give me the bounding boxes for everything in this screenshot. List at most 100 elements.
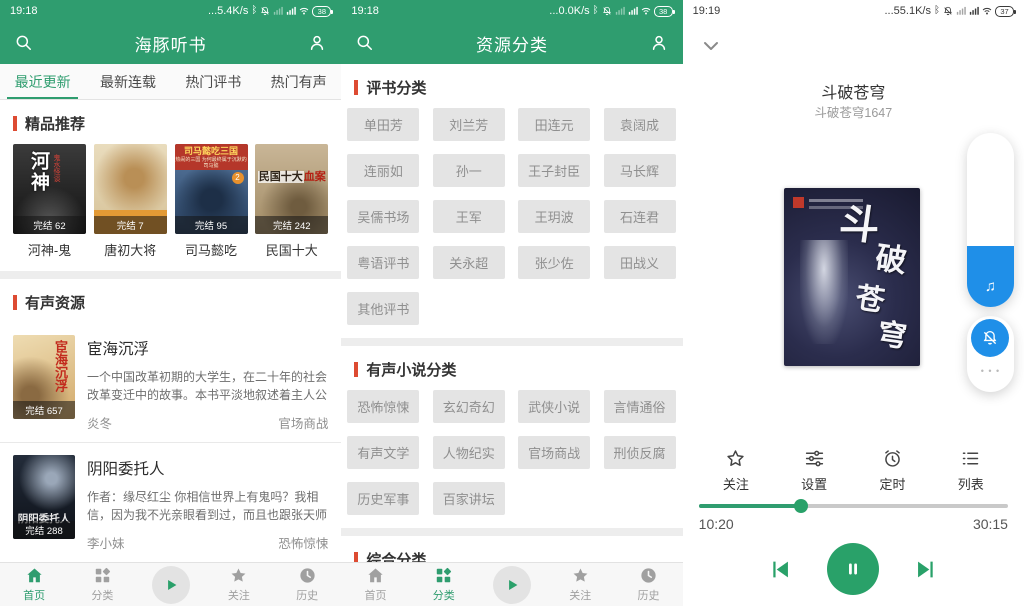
triple-screenshot: 19:18 ...5.4K/s ᛒ 38 海豚听书 最近更新 最新连载 热门评书… [0, 0, 1024, 606]
category-chip[interactable]: 连丽如 [347, 154, 419, 187]
category-chip[interactable]: 王玥波 [518, 200, 590, 233]
nav-play-button[interactable] [137, 566, 205, 604]
category-chip[interactable]: 粤语评书 [347, 246, 419, 279]
book-card[interactable]: 民国十大血案 完结 242 民国十大 [255, 144, 328, 259]
audio-cover: 宦海沉浮 完结 657 [13, 335, 75, 419]
category-chip[interactable]: 关永超 [433, 246, 505, 279]
category-chip[interactable]: 言情通俗 [604, 390, 676, 423]
battery-icon: 37 [995, 6, 1014, 17]
app-bar: 海豚听书 [0, 22, 341, 64]
category-chip[interactable]: 张少佐 [518, 246, 590, 279]
categories-screen: 19:18 ...0.0K/s ᛒ 38 资源分类 评书分类 单田芳刘兰芳田连元… [341, 0, 682, 606]
status-badge: 完结 657 [13, 401, 75, 419]
nav-categories[interactable]: 分类 [410, 566, 478, 603]
more-options-dots[interactable]: • • • [981, 366, 1000, 376]
tab-hot-pingshu[interactable]: 热门评书 [171, 64, 256, 99]
player-cover-art: 斗 破 苍 穹 [784, 188, 920, 366]
category-chip[interactable]: 吴儒书场 [347, 200, 419, 233]
audio-title: 阴阳委托人 [87, 457, 328, 479]
featured-books-row: 河神 鬼水怪谈 完结 62 河神-鬼 完结 7 唐初大将 司马懿吃三国热闹的三 [0, 144, 341, 259]
nav-history[interactable]: 历史 [273, 566, 341, 603]
home-icon [366, 566, 385, 585]
audio-list-item[interactable]: 宦海沉浮 完结 657 宦海沉浮 一个中国改革初期的大学生，在二十年的社会改革变… [0, 323, 341, 442]
signal-sim1-icon [615, 6, 625, 16]
wifi-icon [641, 6, 651, 16]
nav-home[interactable]: 首页 [0, 566, 68, 603]
volume-slider[interactable]: ♫ [967, 133, 1014, 307]
nav-play-button[interactable] [478, 566, 546, 604]
nav-follow[interactable]: 关注 [205, 566, 273, 603]
category-chip[interactable]: 刘兰芳 [433, 108, 505, 141]
grid-icon [434, 566, 453, 585]
category-chip[interactable]: 孙一 [433, 154, 505, 187]
tab-recent-updates[interactable]: 最近更新 [0, 64, 85, 99]
mute-bell-button[interactable] [971, 319, 1009, 357]
progress-bar[interactable] [699, 504, 1008, 508]
category-chip[interactable]: 恐怖惊悚 [347, 390, 419, 423]
nav-follow[interactable]: 关注 [546, 566, 614, 603]
player-screen: 19:19 ...55.1K/s ᛒ 37 斗破苍穹 斗破苍穹1647 斗 破 … [683, 0, 1024, 606]
category-chip[interactable]: 王军 [433, 200, 505, 233]
settings-button[interactable]: 设置 [775, 448, 853, 493]
audio-list-item[interactable]: 阴阳委托人 完结 288 阴阳委托人 作者：缘尽红尘 你相信世界上有鬼吗？我相信… [0, 443, 341, 562]
category-chip[interactable]: 石连君 [604, 200, 676, 233]
search-icon[interactable] [355, 33, 375, 53]
nav-home[interactable]: 首页 [341, 566, 409, 603]
profile-icon[interactable] [649, 33, 669, 53]
clock-icon [639, 566, 658, 585]
category-chip[interactable]: 其他评书 [347, 292, 419, 325]
pingshu-section-header: 评书分类 [341, 64, 682, 108]
status-badge: 完结 242 [255, 216, 328, 234]
follow-button[interactable]: 关注 [697, 448, 775, 493]
status-bar: 19:18 ...0.0K/s ᛒ 38 [341, 0, 682, 22]
category-chip[interactable]: 单田芳 [347, 108, 419, 141]
profile-icon[interactable] [307, 33, 327, 53]
progress-thumb[interactable] [794, 499, 808, 513]
status-badge: 完结 62 [13, 216, 86, 234]
category-chip[interactable]: 有声文学 [347, 436, 419, 469]
category-chip[interactable]: 武侠小说 [518, 390, 590, 423]
previous-track-icon[interactable] [766, 556, 793, 583]
book-card[interactable]: 司马懿吃三国热闹的三国 为何最终属于沉默的司马懿 2 完结 95 司马懿吃 [175, 144, 248, 259]
clock-icon [298, 566, 317, 585]
grid-icon [93, 566, 112, 585]
chevron-down-icon[interactable] [699, 34, 723, 58]
category-chip[interactable]: 百家讲坛 [433, 482, 505, 515]
category-chip[interactable]: 人物纪实 [433, 436, 505, 469]
playlist-button[interactable]: 列表 [932, 448, 1010, 493]
book-card[interactable]: 河神 鬼水怪谈 完结 62 河神-鬼 [13, 144, 86, 259]
category-chip[interactable]: 王子封臣 [518, 154, 590, 187]
bell-slash-icon [981, 329, 999, 347]
nav-history[interactable]: 历史 [614, 566, 682, 603]
tab-latest-serial[interactable]: 最新连载 [85, 64, 170, 99]
category-chip[interactable]: 官场商战 [518, 436, 590, 469]
audio-section-header: 有声资源 [0, 279, 341, 323]
status-badge: 完结 95 [175, 216, 248, 234]
search-icon[interactable] [14, 33, 34, 53]
tab-hot-audio[interactable]: 热门有声 [256, 64, 341, 99]
book-card[interactable]: 完结 7 唐初大将 [94, 144, 167, 259]
category-chip[interactable]: 袁阔成 [604, 108, 676, 141]
timer-button[interactable]: 定时 [853, 448, 931, 493]
section-separator [0, 271, 341, 279]
bluetooth-icon: ᛒ [251, 6, 257, 16]
category-chip[interactable]: 历史军事 [347, 482, 419, 515]
category-chip[interactable]: 刑侦反腐 [604, 436, 676, 469]
playback-controls [683, 543, 1024, 595]
nav-categories[interactable]: 分类 [68, 566, 136, 603]
category-chip[interactable]: 玄幻奇幻 [433, 390, 505, 423]
wifi-icon [982, 6, 992, 16]
music-note-icon: ♫ [967, 278, 1014, 295]
audio-description: 一个中国改革初期的大学生，在二十年的社会改革变迁中的故事。本书平淡地叙述着主人公… [87, 368, 328, 404]
category-chip[interactable]: 马长辉 [604, 154, 676, 187]
mute-icon [943, 6, 953, 16]
pause-button[interactable] [827, 543, 879, 595]
next-track-icon[interactable] [913, 556, 940, 583]
play-icon [161, 575, 181, 595]
volume-extra-panel: • • • [967, 316, 1014, 392]
signal-sim2-icon [286, 6, 296, 16]
audio-author: 炎冬 [87, 413, 112, 432]
category-chip[interactable]: 田连元 [518, 108, 590, 141]
category-chip[interactable]: 田战义 [604, 246, 676, 279]
book-cover: 河神 鬼水怪谈 完结 62 [13, 144, 86, 234]
